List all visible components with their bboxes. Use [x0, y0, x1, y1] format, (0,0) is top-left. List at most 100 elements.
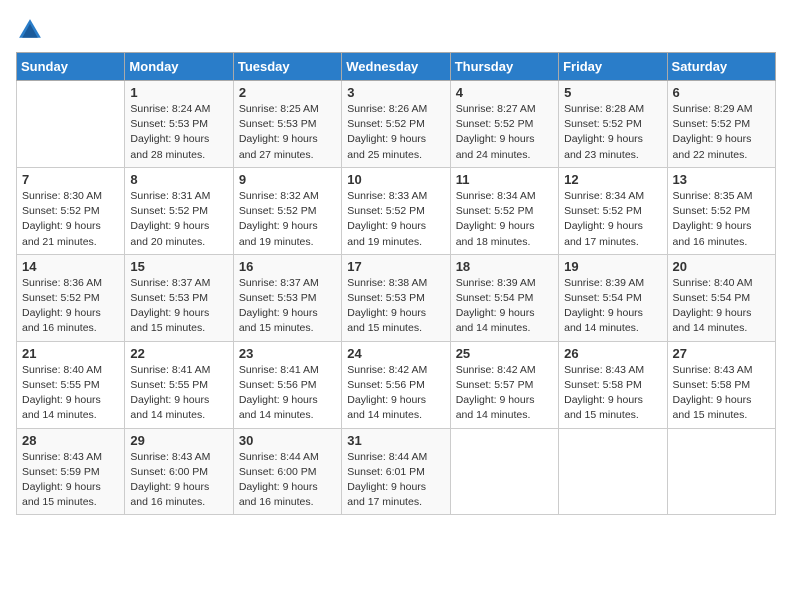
day-detail: Sunrise: 8:43 AMSunset: 6:00 PMDaylight:…	[130, 450, 227, 511]
day-number: 8	[130, 172, 227, 187]
day-detail: Sunrise: 8:26 AMSunset: 5:52 PMDaylight:…	[347, 102, 444, 163]
week-row-2: 7Sunrise: 8:30 AMSunset: 5:52 PMDaylight…	[17, 167, 776, 254]
day-detail: Sunrise: 8:44 AMSunset: 6:00 PMDaylight:…	[239, 450, 336, 511]
calendar-cell	[450, 428, 558, 515]
calendar-cell: 4Sunrise: 8:27 AMSunset: 5:52 PMDaylight…	[450, 81, 558, 168]
day-detail: Sunrise: 8:44 AMSunset: 6:01 PMDaylight:…	[347, 450, 444, 511]
calendar-cell: 19 Sunrise: 8:39 AMSunset: 5:54 PMDayligh…	[559, 254, 667, 341]
day-detail: Sunrise: 8:36 AMSunset: 5:52 PMDaylight:…	[22, 276, 119, 337]
day-detail: Sunrise: 8:40 AMSunset: 5:54 PMDaylight:…	[673, 276, 770, 337]
day-number: 20	[673, 259, 770, 274]
calendar-cell: 16 Sunrise: 8:37 AMSunset: 5:53 PMDayligh…	[233, 254, 341, 341]
day-number: 12	[564, 172, 661, 187]
day-detail: Sunrise: 8:28 AMSunset: 5:52 PMDaylight:…	[564, 102, 661, 163]
week-row-1: 1 Sunrise: 8:24 AMSunset: 5:53 PMDaylight…	[17, 81, 776, 168]
day-detail: Sunrise: 8:37 AMSunset: 5:53 PMDaylight:…	[130, 276, 227, 337]
calendar-cell: 29 Sunrise: 8:43 AMSunset: 6:00 PMDayligh…	[125, 428, 233, 515]
header-day-thursday: Thursday	[450, 53, 558, 81]
day-number: 21	[22, 346, 119, 361]
week-row-5: 28Sunrise: 8:43 AMSunset: 5:59 PMDayligh…	[17, 428, 776, 515]
day-number: 4	[456, 85, 553, 100]
day-number: 18	[456, 259, 553, 274]
day-detail: Sunrise: 8:35 AMSunset: 5:52 PMDaylight:…	[673, 189, 770, 250]
day-detail: Sunrise: 8:34 AMSunset: 5:52 PMDaylight:…	[456, 189, 553, 250]
calendar-cell: 15 Sunrise: 8:37 AMSunset: 5:53 PMDayligh…	[125, 254, 233, 341]
calendar-table: SundayMondayTuesdayWednesdayThursdayFrid…	[16, 52, 776, 515]
calendar-cell: 26Sunrise: 8:43 AMSunset: 5:58 PMDayligh…	[559, 341, 667, 428]
day-number: 23	[239, 346, 336, 361]
day-number: 3	[347, 85, 444, 100]
header-day-monday: Monday	[125, 53, 233, 81]
calendar-cell: 23 Sunrise: 8:41 AMSunset: 5:56 PMDayligh…	[233, 341, 341, 428]
calendar-cell: 3 Sunrise: 8:26 AMSunset: 5:52 PMDaylight…	[342, 81, 450, 168]
header-day-friday: Friday	[559, 53, 667, 81]
day-number: 11	[456, 172, 553, 187]
calendar-cell: 1 Sunrise: 8:24 AMSunset: 5:53 PMDaylight…	[125, 81, 233, 168]
week-row-3: 14 Sunrise: 8:36 AMSunset: 5:52 PMDayligh…	[17, 254, 776, 341]
calendar-cell: 28Sunrise: 8:43 AMSunset: 5:59 PMDayligh…	[17, 428, 125, 515]
day-number: 27	[673, 346, 770, 361]
calendar-cell	[667, 428, 775, 515]
day-number: 5	[564, 85, 661, 100]
day-number: 30	[239, 433, 336, 448]
day-detail: Sunrise: 8:24 AMSunset: 5:53 PMDaylight:…	[130, 102, 227, 163]
calendar-cell: 21 Sunrise: 8:40 AMSunset: 5:55 PMDayligh…	[17, 341, 125, 428]
day-number: 25	[456, 346, 553, 361]
calendar-cell: 14 Sunrise: 8:36 AMSunset: 5:52 PMDayligh…	[17, 254, 125, 341]
logo	[16, 16, 48, 44]
header-day-saturday: Saturday	[667, 53, 775, 81]
day-number: 31	[347, 433, 444, 448]
calendar-cell: 5 Sunrise: 8:28 AMSunset: 5:52 PMDaylight…	[559, 81, 667, 168]
day-number: 22	[130, 346, 227, 361]
day-detail: Sunrise: 8:31 AMSunset: 5:52 PMDaylight:…	[130, 189, 227, 250]
calendar-cell: 17 Sunrise: 8:38 AMSunset: 5:53 PMDayligh…	[342, 254, 450, 341]
day-detail: Sunrise: 8:41 AMSunset: 5:55 PMDaylight:…	[130, 363, 227, 424]
day-number: 29	[130, 433, 227, 448]
day-detail: Sunrise: 8:29 AMSunset: 5:52 PMDaylight:…	[673, 102, 770, 163]
logo-icon	[16, 16, 44, 44]
day-detail: Sunrise: 8:30 AMSunset: 5:52 PMDaylight:…	[22, 189, 119, 250]
day-detail: Sunrise: 8:43 AMSunset: 5:58 PMDaylight:…	[564, 363, 661, 424]
calendar-header-row: SundayMondayTuesdayWednesdayThursdayFrid…	[17, 53, 776, 81]
day-number: 17	[347, 259, 444, 274]
day-number: 9	[239, 172, 336, 187]
calendar-cell	[17, 81, 125, 168]
day-detail: Sunrise: 8:32 AMSunset: 5:52 PMDaylight:…	[239, 189, 336, 250]
day-number: 1	[130, 85, 227, 100]
calendar-cell: 6 Sunrise: 8:29 AMSunset: 5:52 PMDaylight…	[667, 81, 775, 168]
day-detail: Sunrise: 8:40 AMSunset: 5:55 PMDaylight:…	[22, 363, 119, 424]
day-detail: Sunrise: 8:37 AMSunset: 5:53 PMDaylight:…	[239, 276, 336, 337]
day-detail: Sunrise: 8:41 AMSunset: 5:56 PMDaylight:…	[239, 363, 336, 424]
day-number: 19	[564, 259, 661, 274]
calendar-cell: 8 Sunrise: 8:31 AMSunset: 5:52 PMDaylight…	[125, 167, 233, 254]
calendar-cell: 10Sunrise: 8:33 AMSunset: 5:52 PMDayligh…	[342, 167, 450, 254]
calendar-cell: 9 Sunrise: 8:32 AMSunset: 5:52 PMDaylight…	[233, 167, 341, 254]
calendar-cell: 18 Sunrise: 8:39 AMSunset: 5:54 PMDayligh…	[450, 254, 558, 341]
day-detail: Sunrise: 8:25 AMSunset: 5:53 PMDaylight:…	[239, 102, 336, 163]
week-row-4: 21 Sunrise: 8:40 AMSunset: 5:55 PMDayligh…	[17, 341, 776, 428]
calendar-cell: 2 Sunrise: 8:25 AMSunset: 5:53 PMDaylight…	[233, 81, 341, 168]
day-detail: Sunrise: 8:39 AMSunset: 5:54 PMDaylight:…	[564, 276, 661, 337]
day-number: 16	[239, 259, 336, 274]
calendar-cell: 13Sunrise: 8:35 AMSunset: 5:52 PMDayligh…	[667, 167, 775, 254]
day-number: 15	[130, 259, 227, 274]
day-number: 6	[673, 85, 770, 100]
calendar-cell: 24Sunrise: 8:42 AMSunset: 5:56 PMDayligh…	[342, 341, 450, 428]
calendar-cell: 12Sunrise: 8:34 AMSunset: 5:52 PMDayligh…	[559, 167, 667, 254]
header-day-tuesday: Tuesday	[233, 53, 341, 81]
day-number: 2	[239, 85, 336, 100]
day-detail: Sunrise: 8:38 AMSunset: 5:53 PMDaylight:…	[347, 276, 444, 337]
calendar-cell	[559, 428, 667, 515]
calendar-cell: 30 Sunrise: 8:44 AMSunset: 6:00 PMDayligh…	[233, 428, 341, 515]
calendar-cell: 11 Sunrise: 8:34 AMSunset: 5:52 PMDayligh…	[450, 167, 558, 254]
day-detail: Sunrise: 8:42 AMSunset: 5:56 PMDaylight:…	[347, 363, 444, 424]
day-detail: Sunrise: 8:42 AMSunset: 5:57 PMDaylight:…	[456, 363, 553, 424]
day-detail: Sunrise: 8:39 AMSunset: 5:54 PMDaylight:…	[456, 276, 553, 337]
day-number: 14	[22, 259, 119, 274]
calendar-cell: 20 Sunrise: 8:40 AMSunset: 5:54 PMDayligh…	[667, 254, 775, 341]
day-detail: Sunrise: 8:43 AMSunset: 5:58 PMDaylight:…	[673, 363, 770, 424]
calendar-cell: 31 Sunrise: 8:44 AMSunset: 6:01 PMDayligh…	[342, 428, 450, 515]
calendar-cell: 27 Sunrise: 8:43 AMSunset: 5:58 PMDayligh…	[667, 341, 775, 428]
page-header	[16, 16, 776, 44]
day-number: 28	[22, 433, 119, 448]
